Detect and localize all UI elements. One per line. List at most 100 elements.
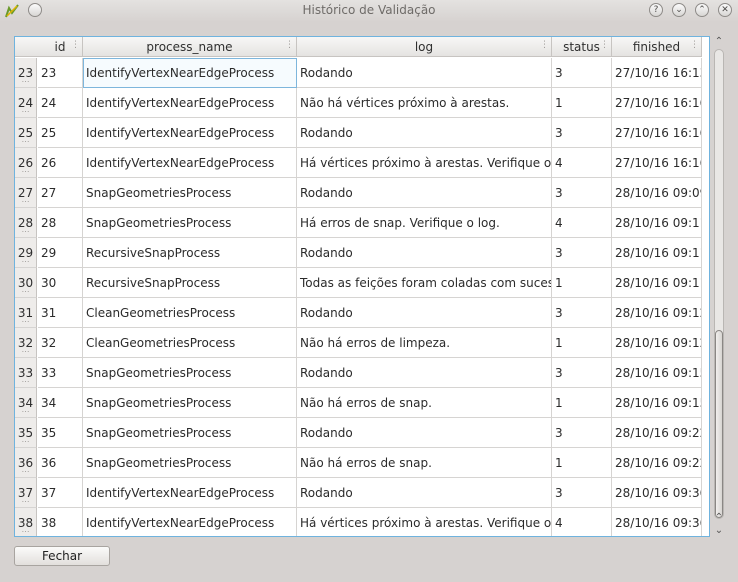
table-cell-process-name[interactable]: RecursiveSnapProcess bbox=[83, 268, 297, 298]
table-cell-status[interactable]: 4 bbox=[552, 148, 612, 178]
table-cell-finished[interactable]: 28/10/16 09:09 bbox=[612, 178, 702, 208]
table-cell-id[interactable]: 37 bbox=[38, 478, 83, 508]
row-header[interactable]: 38 ⋯ bbox=[15, 508, 37, 536]
resize-handle-icon[interactable]: ⋮ bbox=[600, 40, 609, 50]
row-resize-handle-icon[interactable]: ⋯ bbox=[15, 527, 36, 536]
table-cell-process-name[interactable]: SnapGeometriesProcess bbox=[83, 448, 297, 478]
table-cell-id[interactable]: 25 bbox=[38, 118, 83, 148]
row-resize-handle-icon[interactable]: ⋯ bbox=[15, 137, 36, 146]
table-cell-finished[interactable]: 28/10/16 09:11 bbox=[612, 208, 702, 238]
row-header[interactable]: 35 ⋯ bbox=[15, 418, 37, 448]
table-cell-id[interactable]: 23 bbox=[38, 58, 83, 88]
table-cell-log[interactable]: Não há erros de snap. bbox=[297, 448, 552, 478]
table-cell-log[interactable]: Todas as feições foram coladas com suces… bbox=[297, 268, 552, 298]
table-cell-status[interactable]: 3 bbox=[552, 178, 612, 208]
row-resize-handle-icon[interactable]: ⋯ bbox=[15, 257, 36, 266]
table-cell-id[interactable]: 29 bbox=[38, 238, 83, 268]
table-cell-process-name[interactable]: RecursiveSnapProcess bbox=[83, 238, 297, 268]
table-cell-finished[interactable]: 28/10/16 09:36 bbox=[612, 508, 702, 536]
row-resize-handle-icon[interactable]: ⋯ bbox=[15, 197, 36, 206]
row-header[interactable]: 36 ⋯ bbox=[15, 448, 37, 478]
table-cell-status[interactable]: 4 bbox=[552, 208, 612, 238]
table-cell-status[interactable]: 3 bbox=[552, 58, 612, 88]
row-header[interactable]: 31 ⋯ bbox=[15, 298, 37, 328]
table-cell-finished[interactable]: 28/10/16 09:11 bbox=[612, 268, 702, 298]
row-header[interactable]: 29 ⋯ bbox=[15, 238, 37, 268]
column-header-finished[interactable]: finished ⋮ bbox=[612, 37, 702, 57]
row-header[interactable]: 25 ⋯ bbox=[15, 118, 37, 148]
table-cell-log[interactable]: Rodando bbox=[297, 238, 552, 268]
help-icon[interactable]: ? bbox=[649, 3, 663, 17]
maximize-icon[interactable]: ⌃ bbox=[695, 3, 709, 17]
table-cell-finished[interactable]: 28/10/16 09:36 bbox=[612, 478, 702, 508]
scroll-up-icon[interactable]: ⌃ bbox=[713, 36, 725, 48]
column-header-log[interactable]: log ⋮ bbox=[297, 37, 552, 57]
minimize-icon[interactable]: ⌄ bbox=[672, 3, 686, 17]
table-cell-id[interactable]: 34 bbox=[38, 388, 83, 418]
table-cell-status[interactable]: 3 bbox=[552, 418, 612, 448]
table-cell-log[interactable]: Rodando bbox=[297, 118, 552, 148]
table-cell-status[interactable]: 1 bbox=[552, 388, 612, 418]
table-cell-finished[interactable]: 28/10/16 09:12 bbox=[612, 298, 702, 328]
table-cell-process-name[interactable]: IdentifyVertexNearEdgeProcess bbox=[83, 58, 297, 88]
table-cell-log[interactable]: Rodando bbox=[297, 478, 552, 508]
table-cell-status[interactable]: 1 bbox=[552, 268, 612, 298]
table-cell-status[interactable]: 1 bbox=[552, 448, 612, 478]
table-cell-process-name[interactable]: SnapGeometriesProcess bbox=[83, 358, 297, 388]
row-header[interactable]: 28 ⋯ bbox=[15, 208, 37, 238]
table-cell-id[interactable]: 30 bbox=[38, 268, 83, 298]
table-cell-log[interactable]: Não há erros de limpeza. bbox=[297, 328, 552, 358]
table-cell-log[interactable]: Há vértices próximo à arestas. Verifique… bbox=[297, 148, 552, 178]
scroll-thumb[interactable] bbox=[715, 330, 723, 518]
table-cell-finished[interactable]: 28/10/16 09:11 bbox=[612, 238, 702, 268]
scroll-up-arrow-icon[interactable]: ⌃ bbox=[713, 512, 725, 524]
row-header[interactable]: 34 ⋯ bbox=[15, 388, 37, 418]
table-cell-status[interactable]: 3 bbox=[552, 298, 612, 328]
table-cell-process-name[interactable]: SnapGeometriesProcess bbox=[83, 178, 297, 208]
row-header[interactable]: 30 ⋯ bbox=[15, 268, 37, 298]
table-cell-status[interactable]: 3 bbox=[552, 478, 612, 508]
table-cell-log[interactable]: Há vértices próximo à arestas. Verifique… bbox=[297, 508, 552, 536]
table-cell-id[interactable]: 33 bbox=[38, 358, 83, 388]
scroll-track[interactable] bbox=[714, 49, 724, 519]
table-cell-log[interactable]: Rodando bbox=[297, 298, 552, 328]
table-cell-process-name[interactable]: IdentifyVertexNearEdgeProcess bbox=[83, 148, 297, 178]
table-cell-id[interactable]: 26 bbox=[38, 148, 83, 178]
table-cell-finished[interactable]: 27/10/16 16:16 bbox=[612, 148, 702, 178]
row-header[interactable]: 33 ⋯ bbox=[15, 358, 37, 388]
table-cell-finished[interactable]: 28/10/16 09:22 bbox=[612, 448, 702, 478]
table-cell-id[interactable]: 31 bbox=[38, 298, 83, 328]
close-button[interactable]: Fechar bbox=[14, 546, 110, 566]
row-resize-handle-icon[interactable]: ⋯ bbox=[15, 347, 36, 356]
table-cell-finished[interactable]: 28/10/16 09:15 bbox=[612, 388, 702, 418]
table-cell-finished[interactable]: 27/10/16 16:13 bbox=[612, 58, 702, 88]
table-cell-status[interactable]: 1 bbox=[552, 328, 612, 358]
table-cell-log[interactable]: Não há erros de snap. bbox=[297, 388, 552, 418]
table-cell-finished[interactable]: 28/10/16 09:22 bbox=[612, 418, 702, 448]
table-cell-log[interactable]: Rodando bbox=[297, 58, 552, 88]
column-header-process-name[interactable]: process_name ⋮ bbox=[83, 37, 297, 57]
table-cell-status[interactable]: 4 bbox=[552, 508, 612, 536]
row-resize-handle-icon[interactable]: ⋯ bbox=[15, 77, 36, 86]
row-resize-handle-icon[interactable]: ⋯ bbox=[15, 317, 36, 326]
table-cell-id[interactable]: 27 bbox=[38, 178, 83, 208]
row-header[interactable]: 26 ⋯ bbox=[15, 148, 37, 178]
table-cell-id[interactable]: 28 bbox=[38, 208, 83, 238]
table-cell-process-name[interactable]: CleanGeometriesProcess bbox=[83, 328, 297, 358]
table-cell-finished[interactable]: 27/10/16 16:16 bbox=[612, 88, 702, 118]
table-cell-process-name[interactable]: IdentifyVertexNearEdgeProcess bbox=[83, 88, 297, 118]
table-cell-process-name[interactable]: IdentifyVertexNearEdgeProcess bbox=[83, 118, 297, 148]
table-cell-status[interactable]: 3 bbox=[552, 358, 612, 388]
table-cell-status[interactable]: 1 bbox=[552, 88, 612, 118]
row-resize-handle-icon[interactable]: ⋯ bbox=[15, 377, 36, 386]
table-cell-id[interactable]: 32 bbox=[38, 328, 83, 358]
row-resize-handle-icon[interactable]: ⋯ bbox=[15, 467, 36, 476]
row-resize-handle-icon[interactable]: ⋯ bbox=[15, 287, 36, 296]
table-cell-finished[interactable]: 28/10/16 09:12 bbox=[612, 328, 702, 358]
resize-handle-icon[interactable]: ⋮ bbox=[540, 40, 549, 50]
scroll-down-icon[interactable]: ⌄ bbox=[713, 525, 725, 537]
row-resize-handle-icon[interactable]: ⋯ bbox=[15, 107, 36, 116]
row-resize-handle-icon[interactable]: ⋯ bbox=[15, 407, 36, 416]
row-header[interactable]: 37 ⋯ bbox=[15, 478, 37, 508]
table-cell-log[interactable]: Rodando bbox=[297, 358, 552, 388]
